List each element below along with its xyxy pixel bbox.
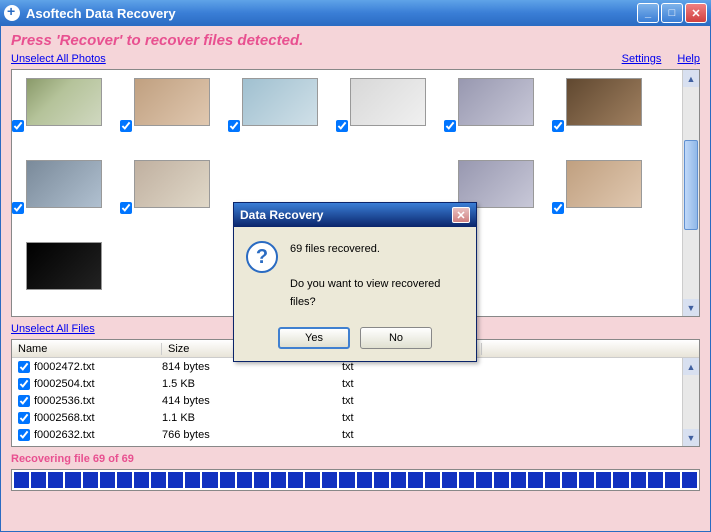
progress-bar	[11, 469, 700, 491]
photo-item[interactable]	[134, 160, 210, 208]
dialog-titlebar: Data Recovery ✕	[234, 203, 476, 227]
scroll-thumb[interactable]	[684, 140, 698, 230]
question-icon: ?	[246, 241, 278, 273]
file-checkbox[interactable]	[18, 429, 30, 441]
dialog-title: Data Recovery	[240, 208, 452, 222]
file-name: f0002472.txt	[34, 361, 162, 373]
dialog: Data Recovery ✕ ? 69 files recovered. Do…	[233, 202, 477, 362]
photo-checkbox[interactable]	[120, 202, 132, 214]
instruction-text: Press 'Recover' to recover files detecte…	[11, 32, 700, 49]
top-links-row: Unselect All Photos Settings Help	[11, 53, 700, 65]
file-ext: txt	[342, 378, 482, 390]
photo-item[interactable]	[566, 78, 642, 126]
thumbnail	[350, 78, 426, 126]
col-name[interactable]: Name	[12, 343, 162, 355]
app-icon	[4, 5, 20, 21]
thumbnail	[566, 160, 642, 208]
file-checkbox[interactable]	[18, 412, 30, 424]
photo-checkbox[interactable]	[336, 120, 348, 132]
scroll-down-icon[interactable]: ▼	[683, 429, 699, 446]
thumbnail	[134, 78, 210, 126]
dialog-close-button[interactable]: ✕	[452, 207, 470, 223]
photo-item[interactable]	[566, 160, 642, 208]
photo-item[interactable]	[134, 78, 210, 126]
thumbnail	[26, 242, 102, 290]
app-body: Press 'Recover' to recover files detecte…	[0, 26, 711, 532]
photo-item[interactable]	[26, 78, 102, 126]
file-ext: txt	[342, 395, 482, 407]
table-row[interactable]: f0002536.txt414 bytestxt	[12, 392, 699, 409]
photo-item[interactable]	[458, 160, 534, 208]
photo-item[interactable]	[458, 78, 534, 126]
help-link[interactable]: Help	[677, 53, 700, 65]
thumbnail	[26, 78, 102, 126]
photo-item[interactable]	[26, 160, 102, 208]
file-name: f0002536.txt	[34, 395, 162, 407]
photo-item[interactable]	[350, 78, 426, 126]
file-name: f0002568.txt	[34, 412, 162, 424]
file-ext: txt	[342, 429, 482, 441]
file-checkbox[interactable]	[18, 395, 30, 407]
thumbnail	[134, 160, 210, 208]
thumbnail	[566, 78, 642, 126]
file-name: f0002504.txt	[34, 378, 162, 390]
file-size: 766 bytes	[162, 429, 342, 441]
photo-checkbox[interactable]	[552, 120, 564, 132]
thumbnail	[242, 78, 318, 126]
photo-item[interactable]	[26, 242, 102, 290]
file-size: 1.5 KB	[162, 378, 342, 390]
scroll-up-icon[interactable]: ▲	[683, 70, 699, 87]
scroll-up-icon[interactable]: ▲	[683, 358, 699, 375]
file-size: 1.1 KB	[162, 412, 342, 424]
status-text: Recovering file 69 of 69	[11, 453, 700, 465]
photo-checkbox[interactable]	[12, 120, 24, 132]
scroll-down-icon[interactable]: ▼	[683, 299, 699, 316]
thumbnail	[458, 160, 534, 208]
photo-item[interactable]	[242, 78, 318, 126]
photo-checkbox[interactable]	[444, 120, 456, 132]
table-row[interactable]: f0002568.txt1.1 KBtxt	[12, 409, 699, 426]
file-size: 414 bytes	[162, 395, 342, 407]
file-scrollbar[interactable]: ▲ ▼	[682, 358, 699, 446]
window-title: Asoftech Data Recovery	[26, 6, 637, 21]
dialog-line1: 69 files recovered.	[290, 241, 464, 259]
file-checkbox[interactable]	[18, 378, 30, 390]
file-checkbox[interactable]	[18, 361, 30, 373]
unselect-photos-link[interactable]: Unselect All Photos	[11, 53, 106, 65]
titlebar: Asoftech Data Recovery _ □ ✕	[0, 0, 711, 26]
dialog-text: 69 files recovered. Do you want to view …	[290, 241, 464, 311]
minimize-button[interactable]: _	[637, 3, 659, 23]
file-ext: txt	[342, 412, 482, 424]
table-row[interactable]: f0002504.txt1.5 KBtxt	[12, 375, 699, 392]
photo-scrollbar[interactable]: ▲ ▼	[682, 70, 699, 316]
close-button[interactable]: ✕	[685, 3, 707, 23]
file-name: f0002632.txt	[34, 429, 162, 441]
settings-link[interactable]: Settings	[622, 53, 662, 65]
photo-checkbox[interactable]	[552, 202, 564, 214]
dialog-line2: Do you want to view recovered files?	[290, 276, 464, 311]
file-rows: f0002472.txt814 bytestxt f0002504.txt1.5…	[12, 358, 699, 443]
photo-checkbox[interactable]	[120, 120, 132, 132]
thumbnail	[458, 78, 534, 126]
maximize-button[interactable]: □	[661, 3, 683, 23]
no-button[interactable]: No	[360, 327, 432, 349]
table-row[interactable]: f0002632.txt766 bytestxt	[12, 426, 699, 443]
photo-checkbox[interactable]	[228, 120, 240, 132]
unselect-files-link[interactable]: Unselect All Files	[11, 323, 95, 335]
photo-checkbox[interactable]	[12, 202, 24, 214]
thumbnail	[26, 160, 102, 208]
yes-button[interactable]: Yes	[278, 327, 350, 349]
